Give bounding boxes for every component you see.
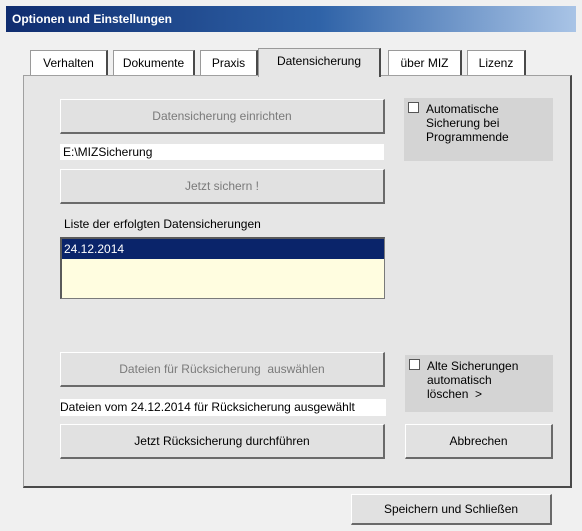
window-title-bar: Optionen und Einstellungen: [6, 6, 576, 32]
delete-old-label-line3: löschen >: [427, 387, 483, 401]
auto-backup-label: Automatische Sicherung bei Programmende: [426, 102, 509, 144]
backup-list[interactable]: 24.12.2014: [60, 237, 385, 299]
backup-path-field[interactable]: E:\MIZSicherung: [60, 144, 384, 160]
backup-list-label: Liste der erfolgten Datensicherungen: [64, 217, 261, 231]
restore-status-field: Dateien vom 24.12.2014 für Rücksicherung…: [60, 399, 386, 416]
tab-ueber-miz[interactable]: über MIZ: [388, 50, 462, 76]
auto-backup-label-line2: Sicherung bei: [426, 116, 500, 130]
tab-dokumente[interactable]: Dokumente: [113, 50, 195, 76]
select-restore-files-button[interactable]: Dateien für Rücksicherung auswählen: [60, 352, 385, 387]
window-title: Optionen und Einstellungen: [12, 12, 172, 26]
auto-backup-label-line3: Programmende: [426, 130, 509, 144]
select-restore-files-label: Dateien für Rücksicherung auswählen: [119, 362, 325, 376]
tab-verhalten[interactable]: Verhalten: [30, 50, 108, 76]
list-item[interactable]: 24.12.2014: [62, 239, 384, 259]
backup-now-button-label: Jetzt sichern !: [184, 179, 260, 193]
delete-old-label-line1: Alte Sicherungen: [427, 359, 519, 373]
tab-datensicherung[interactable]: Datensicherung: [258, 48, 381, 77]
setup-backup-button[interactable]: Datensicherung einrichten: [60, 99, 385, 134]
tab-lizenz[interactable]: Lizenz: [467, 50, 526, 76]
cancel-button-label: Abbrechen: [449, 434, 508, 448]
auto-backup-option[interactable]: Automatische Sicherung bei Programmende: [404, 98, 553, 161]
save-and-close-button[interactable]: Speichern und Schließen: [351, 494, 552, 525]
auto-backup-checkbox[interactable]: [408, 102, 419, 113]
setup-backup-button-label: Datensicherung einrichten: [152, 109, 292, 123]
delete-old-label-line2: automatisch: [427, 373, 492, 387]
cancel-button[interactable]: Abbrechen: [405, 424, 553, 459]
delete-old-label: Alte Sicherungen automatisch löschen >: [427, 359, 518, 401]
delete-old-checkbox[interactable]: [409, 359, 420, 370]
perform-restore-button-label: Jetzt Rücksicherung durchführen: [134, 434, 310, 448]
delete-old-backups-option[interactable]: Alte Sicherungen automatisch löschen >: [405, 355, 553, 412]
auto-backup-label-line1: Automatische: [426, 102, 499, 116]
backup-now-button[interactable]: Jetzt sichern !: [60, 169, 385, 204]
tab-praxis[interactable]: Praxis: [200, 50, 258, 76]
perform-restore-button[interactable]: Jetzt Rücksicherung durchführen: [60, 424, 385, 459]
save-and-close-button-label: Speichern und Schließen: [383, 502, 519, 516]
